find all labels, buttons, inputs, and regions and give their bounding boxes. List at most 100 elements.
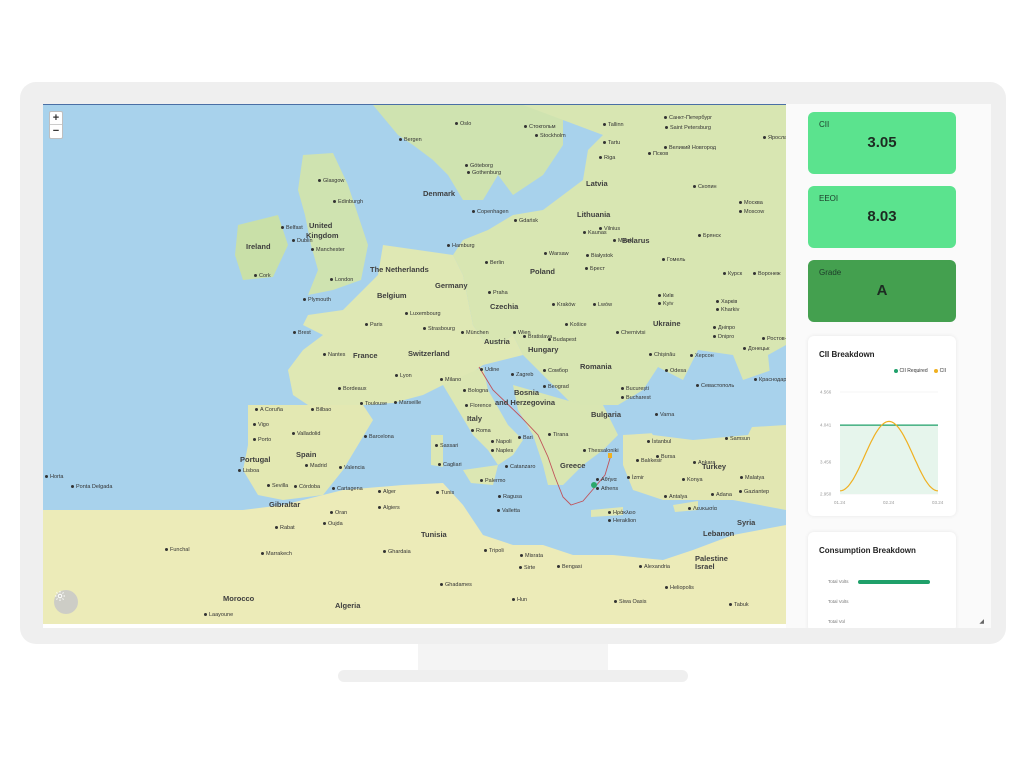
map-city-label: Antalya — [664, 494, 687, 500]
map-country-label: Bulgaria — [591, 410, 622, 419]
cii-line-chart: 4.566 4.041 3.456 2.95001.24 02.24 03.24 — [820, 390, 944, 506]
map-city-label: Харків — [716, 299, 737, 305]
map-city-label: Ponta Delgada — [71, 484, 112, 490]
map-city-label: München — [461, 330, 489, 336]
scroll-down-arrow[interactable]: ◢ — [979, 618, 984, 625]
map-country-label: Italy — [467, 414, 483, 423]
map-city-label: Tallinn — [603, 122, 624, 128]
map-city-label: Lyon — [395, 373, 412, 379]
map-city-label: Kyiv — [658, 301, 673, 307]
map-city-label: Gaziantep — [739, 489, 769, 495]
map-country-label: Poland — [530, 267, 556, 276]
x-tick-label: 03.24 — [932, 500, 944, 505]
consumption-bar — [858, 580, 930, 584]
y-tick-label: 2.950 — [820, 492, 832, 497]
map-city-label: Algiers — [378, 505, 400, 511]
map-country-label: Spain — [296, 450, 317, 459]
map-city-label: Saint Petersburg — [665, 125, 711, 131]
map-city-label: Luxembourg — [405, 311, 441, 317]
map-city-label: Paris — [365, 322, 383, 328]
consumption-breakdown-card: Consumption Breakdown Total Volts Total … — [808, 532, 956, 628]
map-city-label: İstanbul — [647, 439, 671, 445]
cii-required-area — [840, 425, 938, 494]
monitor-stand-base — [338, 670, 688, 682]
app-screen: Latvia Denmark Lithuania Belarus Ireland Unit… — [43, 104, 991, 628]
map-city-label: Ragusa — [498, 494, 522, 500]
map-city-label: Псков — [648, 151, 668, 157]
map-city-label: Oslo — [455, 121, 471, 127]
zoom-out-button[interactable]: − — [50, 125, 62, 138]
map-city-label: Florence — [465, 403, 491, 409]
map-country-label: Greece — [560, 461, 586, 470]
map-city-label: Nantes — [323, 352, 345, 358]
map-city-label: Toulouse — [360, 401, 387, 407]
consumption-row-label: Total Volts — [828, 599, 849, 604]
map-city-label: Dnipro — [713, 334, 734, 340]
map-country-label: Romania — [580, 362, 612, 371]
map-city-label: Valletta — [497, 508, 520, 514]
map-city-label: İzmir — [627, 475, 644, 481]
map-city-label: Göteborg — [465, 163, 493, 169]
map-city-label: Plymouth — [303, 297, 331, 303]
map-city-label: Донецьк — [743, 346, 769, 352]
map-city-label: Ηράκλειο — [608, 510, 636, 516]
map-city-label: Bengasi — [557, 564, 582, 570]
map-city-label: Lisboa — [238, 468, 259, 474]
kpi-label: EEOI — [819, 194, 839, 203]
map-city-label: Севастополь — [696, 383, 734, 389]
consumption-row-label: Total Vol — [828, 619, 846, 624]
kpi-label: CII — [819, 120, 830, 129]
x-tick-label: 02.24 — [883, 500, 895, 505]
map-settings-button[interactable] — [54, 590, 78, 614]
map-country-label: Portugal — [240, 455, 271, 464]
map-city-label: Odesa — [665, 368, 686, 374]
map-city-label: Białystok — [586, 253, 613, 259]
map-city-label: Konya — [682, 477, 703, 483]
map-country-label: Germany — [435, 281, 468, 290]
map-city-label: Cagliari — [438, 462, 462, 468]
map-city-label: Cork — [254, 273, 271, 279]
map-city-label: Москва — [739, 200, 763, 206]
map-city-label: Херсон — [690, 353, 714, 359]
map-city-label: Valladolid — [292, 431, 320, 437]
map-city-label: Adana — [711, 492, 732, 498]
map-city-label: Thessaloniki — [583, 448, 619, 454]
map-city-label: Краснодар — [754, 377, 786, 383]
kpi-value: 3.05 — [867, 134, 897, 151]
map-city-label: Malatya — [740, 475, 764, 481]
card-title: Consumption Breakdown — [819, 546, 916, 555]
y-tick-label: 3.456 — [820, 460, 832, 465]
map-city-label: Minsk — [613, 238, 632, 244]
map-city-label: Гомель — [662, 257, 685, 263]
route-map[interactable]: Latvia Denmark Lithuania Belarus Ireland Unit… — [43, 104, 786, 624]
zoom-in-button[interactable]: + — [50, 112, 62, 125]
map-city-label: Varna — [655, 412, 674, 418]
y-tick-label: 4.041 — [820, 423, 832, 428]
map-city-label: Berlin — [485, 260, 504, 266]
map-city-label: Стокгольм — [524, 124, 556, 130]
map-city-label: Bordeaux — [338, 386, 367, 392]
gear-icon — [55, 591, 65, 601]
map-city-label: Copenhagen — [472, 209, 509, 215]
map-country-label: Lithuania — [577, 210, 611, 219]
map-city-label: Rabat — [275, 525, 295, 531]
map-city-label: Gothenburg — [467, 170, 501, 176]
kpi-card-eeoi: EEOI 8.03 — [808, 186, 956, 248]
map-country-label: Tunisia — [421, 530, 447, 539]
map-city-label: Siwa Oasis — [614, 599, 647, 605]
map-city-label: Barcelona — [364, 434, 394, 440]
map-city-label: Sassari — [435, 443, 458, 449]
map-city-label: Napoli — [491, 439, 512, 445]
map-country-label: Morocco — [223, 594, 255, 603]
map-city-label: Курск — [723, 271, 742, 277]
map-city-label: Tabuk — [729, 602, 749, 608]
map-city-label: Moscow — [739, 209, 764, 215]
map-city-label: Laayoune — [204, 612, 233, 618]
map-city-label: Bucharest — [621, 395, 651, 401]
map-city-label: Ankara — [693, 460, 715, 466]
kpi-card-cii: CII 3.05 — [808, 112, 956, 174]
map-city-label: Lwów — [593, 302, 612, 308]
map-city-label: Samsun — [725, 436, 750, 442]
map-city-label: Αθήνα — [596, 477, 617, 483]
map-country-label: Bosnia — [514, 388, 540, 397]
